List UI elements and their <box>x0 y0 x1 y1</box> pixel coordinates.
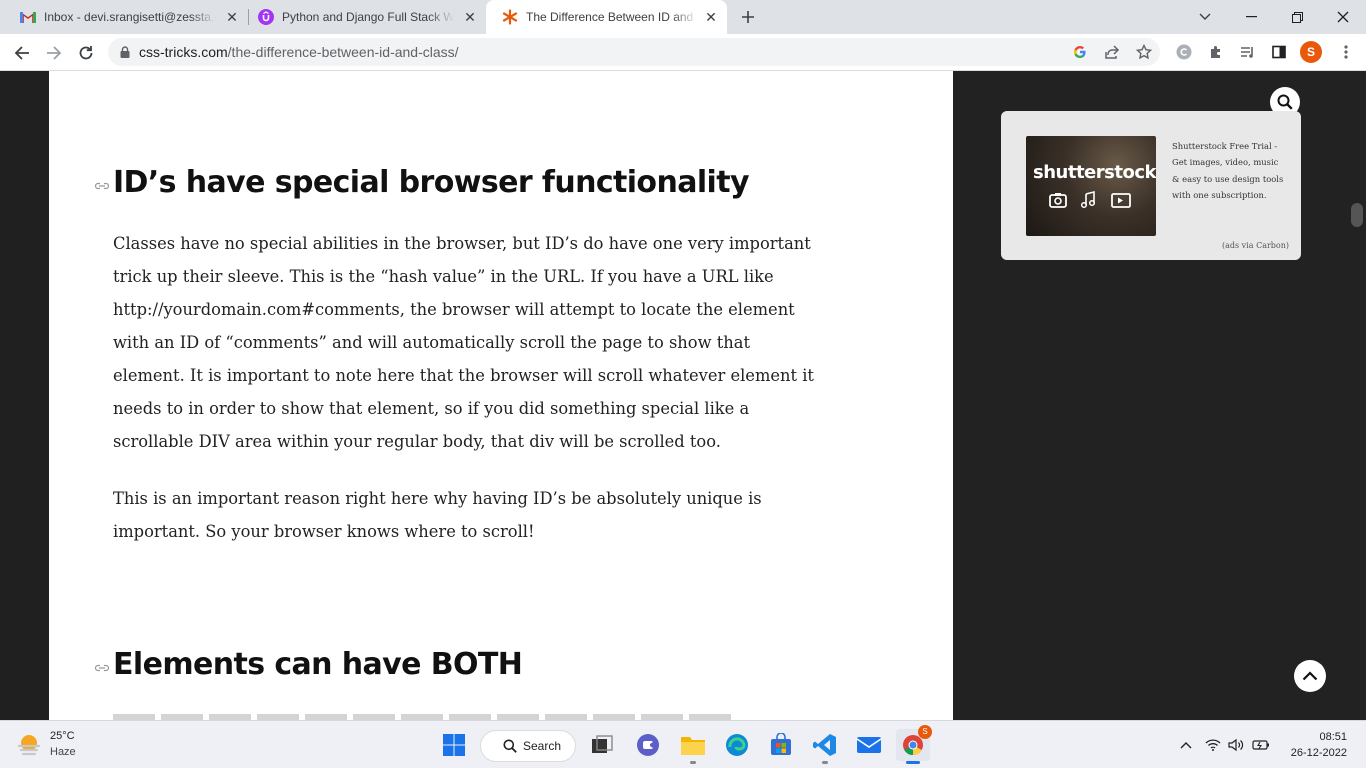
clock-date[interactable]: 26-12-2022 <box>1291 747 1347 759</box>
tab-title: Inbox - devi.srangisetti@zessta.com <box>44 10 216 24</box>
forward-button[interactable] <box>40 39 68 67</box>
scrollbar-thumb[interactable] <box>1351 203 1363 227</box>
wifi-icon[interactable] <box>1203 729 1223 761</box>
search-icon <box>1277 94 1293 110</box>
chrome-profile-badge: S <box>918 725 932 739</box>
weather-icon[interactable] <box>14 730 44 760</box>
new-tab-button[interactable] <box>732 0 764 34</box>
tab-css-tricks[interactable]: The Difference Between ID and Class ✕ <box>486 0 727 34</box>
shutterstock-logo: shutterstock <box>1033 162 1156 183</box>
article-paragraph: This is an important reason right here w… <box>113 489 762 541</box>
url-host: css-tricks.com <box>139 44 228 60</box>
article-paragraph: Classes have no special abilities in the… <box>113 234 814 451</box>
minimize-button[interactable] <box>1228 0 1274 34</box>
teams-chat-icon[interactable] <box>632 729 664 761</box>
task-view-icon[interactable] <box>586 729 618 761</box>
taskbar-search-label: Search <box>523 739 562 753</box>
scroll-to-top-button[interactable] <box>1294 660 1326 692</box>
chevron-down-icon <box>1199 13 1211 20</box>
extensions-puzzle-icon[interactable] <box>1204 40 1228 64</box>
link-anchor-icon[interactable] <box>94 663 110 673</box>
lock-icon <box>120 46 130 58</box>
arrow-right-icon <box>47 46 62 60</box>
reload-button[interactable] <box>72 39 100 67</box>
link-anchor-icon[interactable] <box>94 181 110 191</box>
kebab-menu-icon[interactable] <box>1334 40 1358 64</box>
volume-icon[interactable] <box>1226 729 1246 761</box>
chevron-up-icon <box>1302 671 1318 681</box>
google-lens-icon[interactable] <box>1068 40 1092 64</box>
grammarly-extension-icon[interactable] <box>1172 40 1196 64</box>
reading-list-icon[interactable] <box>1235 40 1259 64</box>
edge-browser-icon[interactable] <box>721 729 753 761</box>
share-icon[interactable] <box>1100 40 1124 64</box>
running-indicator <box>822 761 828 764</box>
browser-toolbar: css-tricks.com/the-difference-between-id… <box>0 34 1366 71</box>
tab-strip: Inbox - devi.srangisetti@zessta.com ✕ Py… <box>0 0 1366 34</box>
chrome-taskbar-icon[interactable]: S <box>896 725 932 761</box>
close-window-button[interactable] <box>1320 0 1366 34</box>
clock-time[interactable]: 08:51 <box>1319 731 1347 743</box>
plus-icon <box>742 11 754 23</box>
battery-icon[interactable] <box>1251 729 1271 761</box>
media-type-icons <box>1049 190 1131 209</box>
windows-taskbar: 25°C Haze Search S 08:51 26-12-2022 <box>0 720 1366 768</box>
reload-icon <box>79 46 93 60</box>
weather-temperature[interactable]: 25°C <box>50 730 75 742</box>
restore-icon <box>1291 11 1303 23</box>
ad-attribution[interactable]: (ads via Carbon) <box>1222 241 1289 250</box>
close-tab-icon[interactable]: ✕ <box>703 9 719 25</box>
vscode-icon[interactable] <box>809 729 841 761</box>
udemy-icon <box>258 9 274 25</box>
windows-logo-icon <box>443 734 465 756</box>
tab-title: The Difference Between ID and Class <box>526 10 698 24</box>
restore-button[interactable] <box>1274 0 1320 34</box>
active-indicator <box>906 761 920 764</box>
file-explorer-icon[interactable] <box>677 729 709 761</box>
css-tricks-icon <box>502 9 518 25</box>
taskbar-search[interactable]: Search <box>480 730 576 762</box>
close-icon <box>1337 11 1349 23</box>
arrow-left-icon <box>14 46 29 60</box>
tab-udemy[interactable]: Python and Django Full Stack Web Develop… <box>242 0 486 34</box>
ad-description[interactable]: Shutterstock Free Trial - Get images, vi… <box>1172 138 1284 204</box>
profile-avatar[interactable]: S <box>1300 41 1322 63</box>
section-heading: Elements can have BOTH <box>113 647 523 682</box>
minimize-icon <box>1245 16 1257 18</box>
carbon-ad[interactable]: shutterstock Shutterstock Free Trial - G… <box>1001 111 1301 260</box>
tab-title: Python and Django Full Stack Web Develop… <box>282 10 454 24</box>
next-paragraph-fragment <box>113 712 733 720</box>
tab-search-button[interactable] <box>1182 0 1228 34</box>
url-path: /the-difference-between-id-and-class/ <box>227 44 459 60</box>
close-tab-icon[interactable]: ✕ <box>224 9 240 25</box>
close-tab-icon[interactable]: ✕ <box>462 9 478 25</box>
ad-image[interactable]: shutterstock <box>1026 136 1156 236</box>
mail-icon[interactable] <box>853 729 885 761</box>
start-button[interactable] <box>438 729 470 761</box>
running-indicator <box>690 761 696 764</box>
microsoft-store-icon[interactable] <box>765 729 797 761</box>
side-panel-icon[interactable] <box>1267 40 1291 64</box>
article: ID’s have special browser functionality … <box>49 71 953 720</box>
back-button[interactable] <box>8 39 36 67</box>
section-heading: ID’s have special browser functionality <box>113 165 750 200</box>
address-bar[interactable]: css-tricks.com/the-difference-between-id… <box>108 38 1160 66</box>
show-hidden-icons-chevron-icon[interactable] <box>1176 729 1196 761</box>
gmail-icon <box>20 9 36 25</box>
bookmark-star-icon[interactable] <box>1132 40 1156 64</box>
tab-gmail[interactable]: Inbox - devi.srangisetti@zessta.com ✕ <box>4 0 248 34</box>
search-icon <box>503 739 517 753</box>
weather-condition[interactable]: Haze <box>50 746 76 758</box>
